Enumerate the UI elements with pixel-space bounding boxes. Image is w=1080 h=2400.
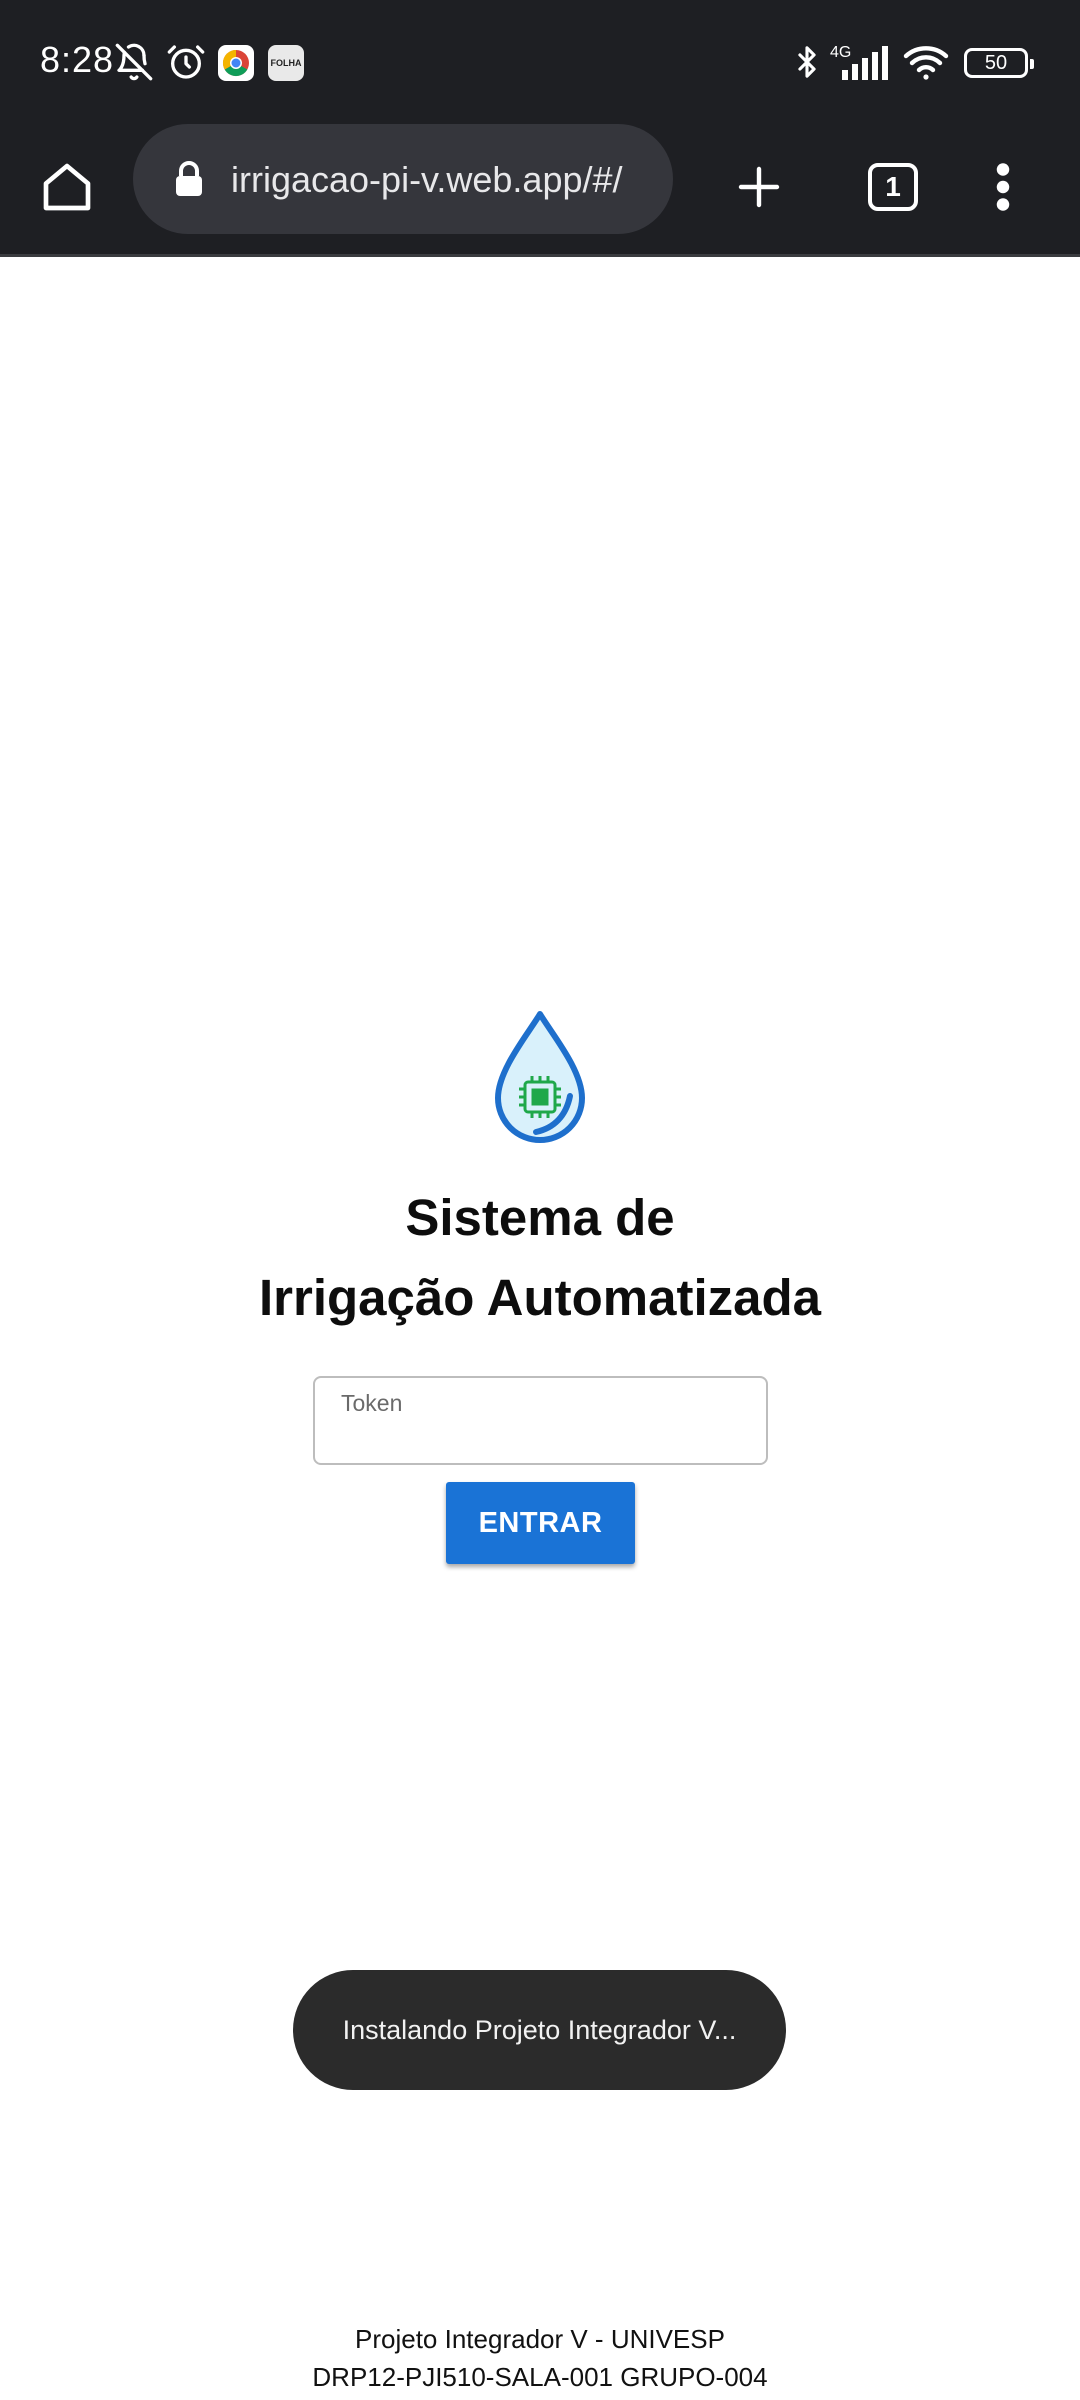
enter-button[interactable]: ENTRAR	[446, 1482, 635, 1564]
page-title-line-1: Sistema de	[405, 1189, 675, 1246]
home-button[interactable]	[30, 150, 104, 224]
footer-group: DRP12-PJI510-SALA-001 GRUPO-004	[312, 2362, 768, 2392]
bluetooth-icon	[798, 46, 816, 78]
water-drop-chip-logo	[495, 1011, 585, 1143]
chip-icon	[519, 1076, 561, 1118]
page-title-line-2: Irrigação Automatizada	[258, 1269, 822, 1326]
footer-project: Projeto Integrador V - UNIVESP	[355, 2324, 725, 2354]
more-vert-icon	[996, 163, 1010, 211]
browser-toolbar: irrigacao-pi-v.web.app/#/ 1	[0, 120, 1080, 257]
tabs-icon: 1	[868, 163, 918, 211]
browser-menu-button[interactable]	[966, 150, 1040, 224]
url-text: irrigacao-pi-v.web.app/#/	[231, 159, 623, 200]
address-bar[interactable]: irrigacao-pi-v.web.app/#/	[133, 124, 673, 234]
lock-icon	[176, 161, 202, 196]
alarm-icon	[167, 45, 205, 79]
install-toast: Instalando Projeto Integrador V...	[293, 1970, 786, 2090]
token-label: Token	[341, 1390, 403, 1416]
new-tab-button[interactable]	[722, 150, 796, 224]
bell-off-icon	[115, 43, 153, 81]
chrome-app-icon	[218, 45, 254, 81]
wifi-icon	[903, 46, 949, 80]
status-bar: 8:28 FOLHA 4G 50	[0, 0, 1080, 120]
home-icon	[43, 163, 91, 211]
signal-icon	[842, 46, 888, 80]
battery-icon: 50	[964, 48, 1034, 78]
token-input[interactable]: Token	[313, 1376, 768, 1465]
folha-app-icon: FOLHA	[268, 45, 304, 81]
plus-icon	[738, 166, 780, 208]
status-time: 8:28	[40, 39, 115, 80]
tab-count: 1	[885, 171, 901, 202]
tab-switcher-button[interactable]: 1	[856, 150, 930, 224]
